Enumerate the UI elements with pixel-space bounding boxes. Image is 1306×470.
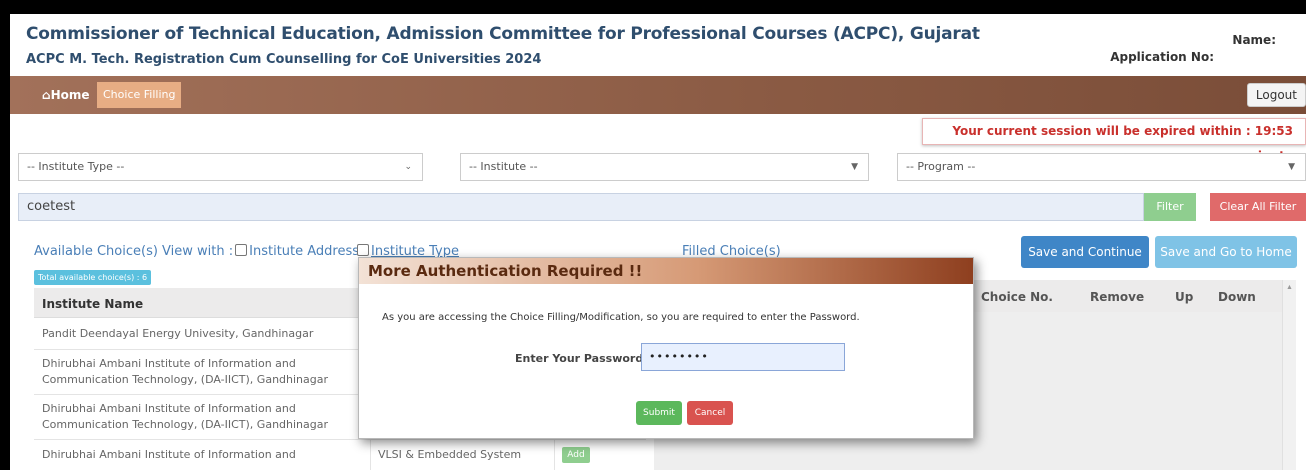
col-remove: Remove — [1090, 290, 1145, 304]
page-subtitle: ACPC M. Tech. Registration Cum Counselli… — [26, 52, 542, 67]
clear-filter-button[interactable]: Clear All Filter — [1210, 193, 1306, 221]
auth-modal: More Authentication Required !! As you a… — [358, 257, 974, 439]
institute-cell: Pandit Deendayal Energy Univesity, Gandh… — [42, 327, 314, 340]
page-header: Commissioner of Technical Education, Adm… — [10, 14, 1306, 76]
application-no-label: Application No: — [1110, 50, 1214, 64]
available-label-text: Available Choice(s) View with : — [34, 244, 234, 259]
page-frame: Commissioner of Technical Education, Adm… — [10, 14, 1306, 470]
col-institute-name: Institute Name — [42, 297, 144, 311]
institute-select[interactable]: -- Institute -- ▼ — [460, 153, 869, 181]
modal-message: As you are accessing the Choice Filling/… — [382, 312, 860, 323]
column-divider — [554, 440, 555, 470]
password-field[interactable]: •••••••• — [641, 343, 845, 371]
caret-down-icon: ▼ — [851, 162, 858, 172]
institute-cell: Dhirubhai Ambani Institute of Informatio… — [42, 357, 329, 386]
nav-choice-filling[interactable]: Choice Filling — [97, 82, 182, 108]
available-choices-label: Available Choice(s) View with : Institute… — [34, 244, 359, 259]
search-input[interactable]: coetest — [18, 193, 1144, 221]
type-checkbox[interactable] — [357, 244, 369, 256]
institute-cell: Dhirubhai Ambani Institute of Informatio… — [42, 402, 329, 431]
column-divider — [370, 440, 371, 470]
institute-type-value: -- Institute Type -- — [27, 160, 125, 173]
program-select[interactable]: -- Program -- ▼ — [897, 153, 1306, 181]
save-home-button[interactable]: Save and Go to Home — [1155, 236, 1297, 268]
filter-button[interactable]: Filter — [1144, 193, 1196, 221]
logout-button[interactable]: Logout — [1246, 83, 1306, 107]
add-button[interactable]: Add — [562, 447, 590, 463]
submit-button[interactable]: Submit — [636, 401, 682, 425]
nav-home[interactable]: ⌂Home — [42, 88, 90, 102]
institute-cell: Dhirubhai Ambani Institute of Informatio… — [42, 448, 296, 461]
page-title: Commissioner of Technical Education, Adm… — [26, 24, 980, 44]
col-down: Down — [1218, 290, 1256, 304]
screen-dot — [0, 366, 10, 376]
name-label: Name: — [1232, 33, 1276, 47]
cancel-button[interactable]: Cancel — [687, 401, 733, 425]
save-continue-button[interactable]: Save and Continue — [1021, 236, 1149, 268]
session-timer: Your current session will be expired wit… — [922, 118, 1306, 163]
col-up: Up — [1175, 290, 1194, 304]
home-icon: ⌂ — [42, 88, 51, 102]
scrollbar[interactable]: ▲ — [1282, 280, 1296, 470]
password-label: Enter Your Password : — [515, 352, 652, 365]
navbar: ⌂Home Choice Filling Logout — [10, 76, 1306, 114]
chevron-down-icon: ⌄ — [404, 162, 412, 172]
total-badge: Total available choice(s) : 6 — [34, 270, 152, 285]
institute-type-select[interactable]: -- Institute Type -- ⌄ — [18, 153, 423, 181]
nav-home-label: Home — [50, 88, 90, 102]
col-choice-no: Choice No. — [981, 290, 1053, 304]
address-option-label: Institute Address — [249, 244, 360, 259]
program-value: -- Program -- — [906, 160, 976, 173]
address-checkbox[interactable] — [235, 244, 248, 256]
program-cell: VLSI & Embedded System — [378, 448, 522, 461]
table-row: Dhirubhai Ambani Institute of Informatio… — [34, 440, 646, 470]
modal-title: More Authentication Required !! — [359, 258, 973, 284]
institute-value: -- Institute -- — [469, 160, 538, 173]
scroll-up-icon[interactable]: ▲ — [1286, 284, 1293, 291]
screen-dot — [0, 424, 10, 434]
caret-down-icon: ▼ — [1288, 162, 1295, 172]
